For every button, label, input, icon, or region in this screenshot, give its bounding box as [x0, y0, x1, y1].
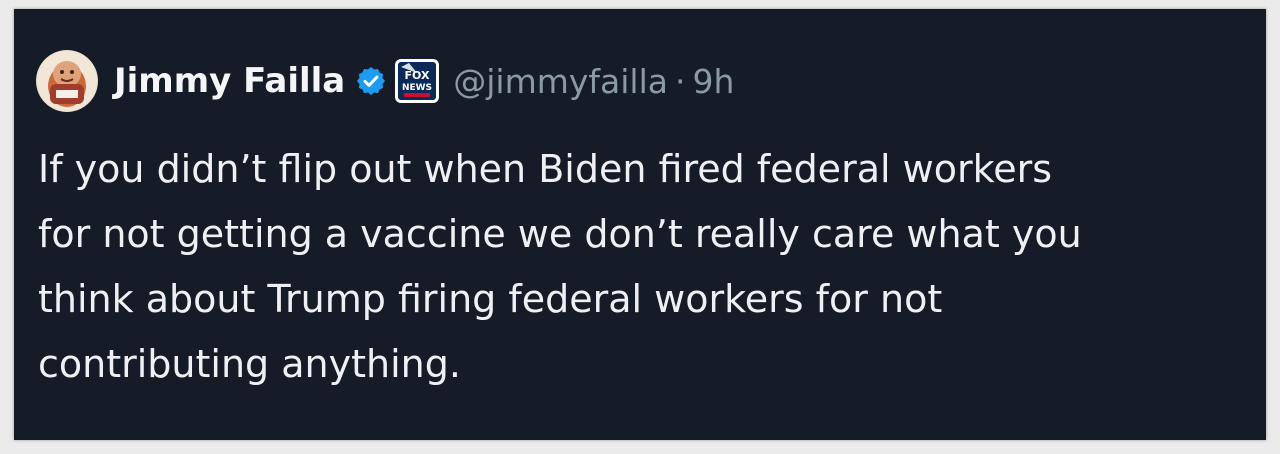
fox-logo-text: FOX [405, 69, 430, 82]
verified-badge-icon[interactable] [355, 65, 387, 97]
author-name[interactable]: Jimmy Failla [114, 61, 345, 101]
post-text-line: think about Trump firing federal workers… [38, 277, 943, 321]
post-timestamp[interactable]: 9h [692, 62, 734, 101]
fox-news-logo[interactable]: FOX NEWS [395, 59, 440, 103]
news-logo-text: NEWS [402, 83, 432, 93]
post-text: If you didn’t flip out when Biden fired … [38, 137, 1258, 397]
avatar[interactable] [36, 50, 98, 112]
author-handle[interactable]: @jimmyfailla [453, 62, 668, 101]
post-text-line: If you didn’t flip out when Biden fired … [38, 147, 1053, 191]
post-text-line: for not getting a vaccine we don’t reall… [38, 212, 1082, 256]
post-header: Jimmy Failla FOX NEWS @jimmyfailla · 9h [36, 50, 734, 112]
post-text-line: contributing anything. [38, 342, 461, 386]
meta-separator: · [674, 61, 686, 101]
post-card: Jimmy Failla FOX NEWS @jimmyfailla · 9h … [14, 9, 1266, 440]
